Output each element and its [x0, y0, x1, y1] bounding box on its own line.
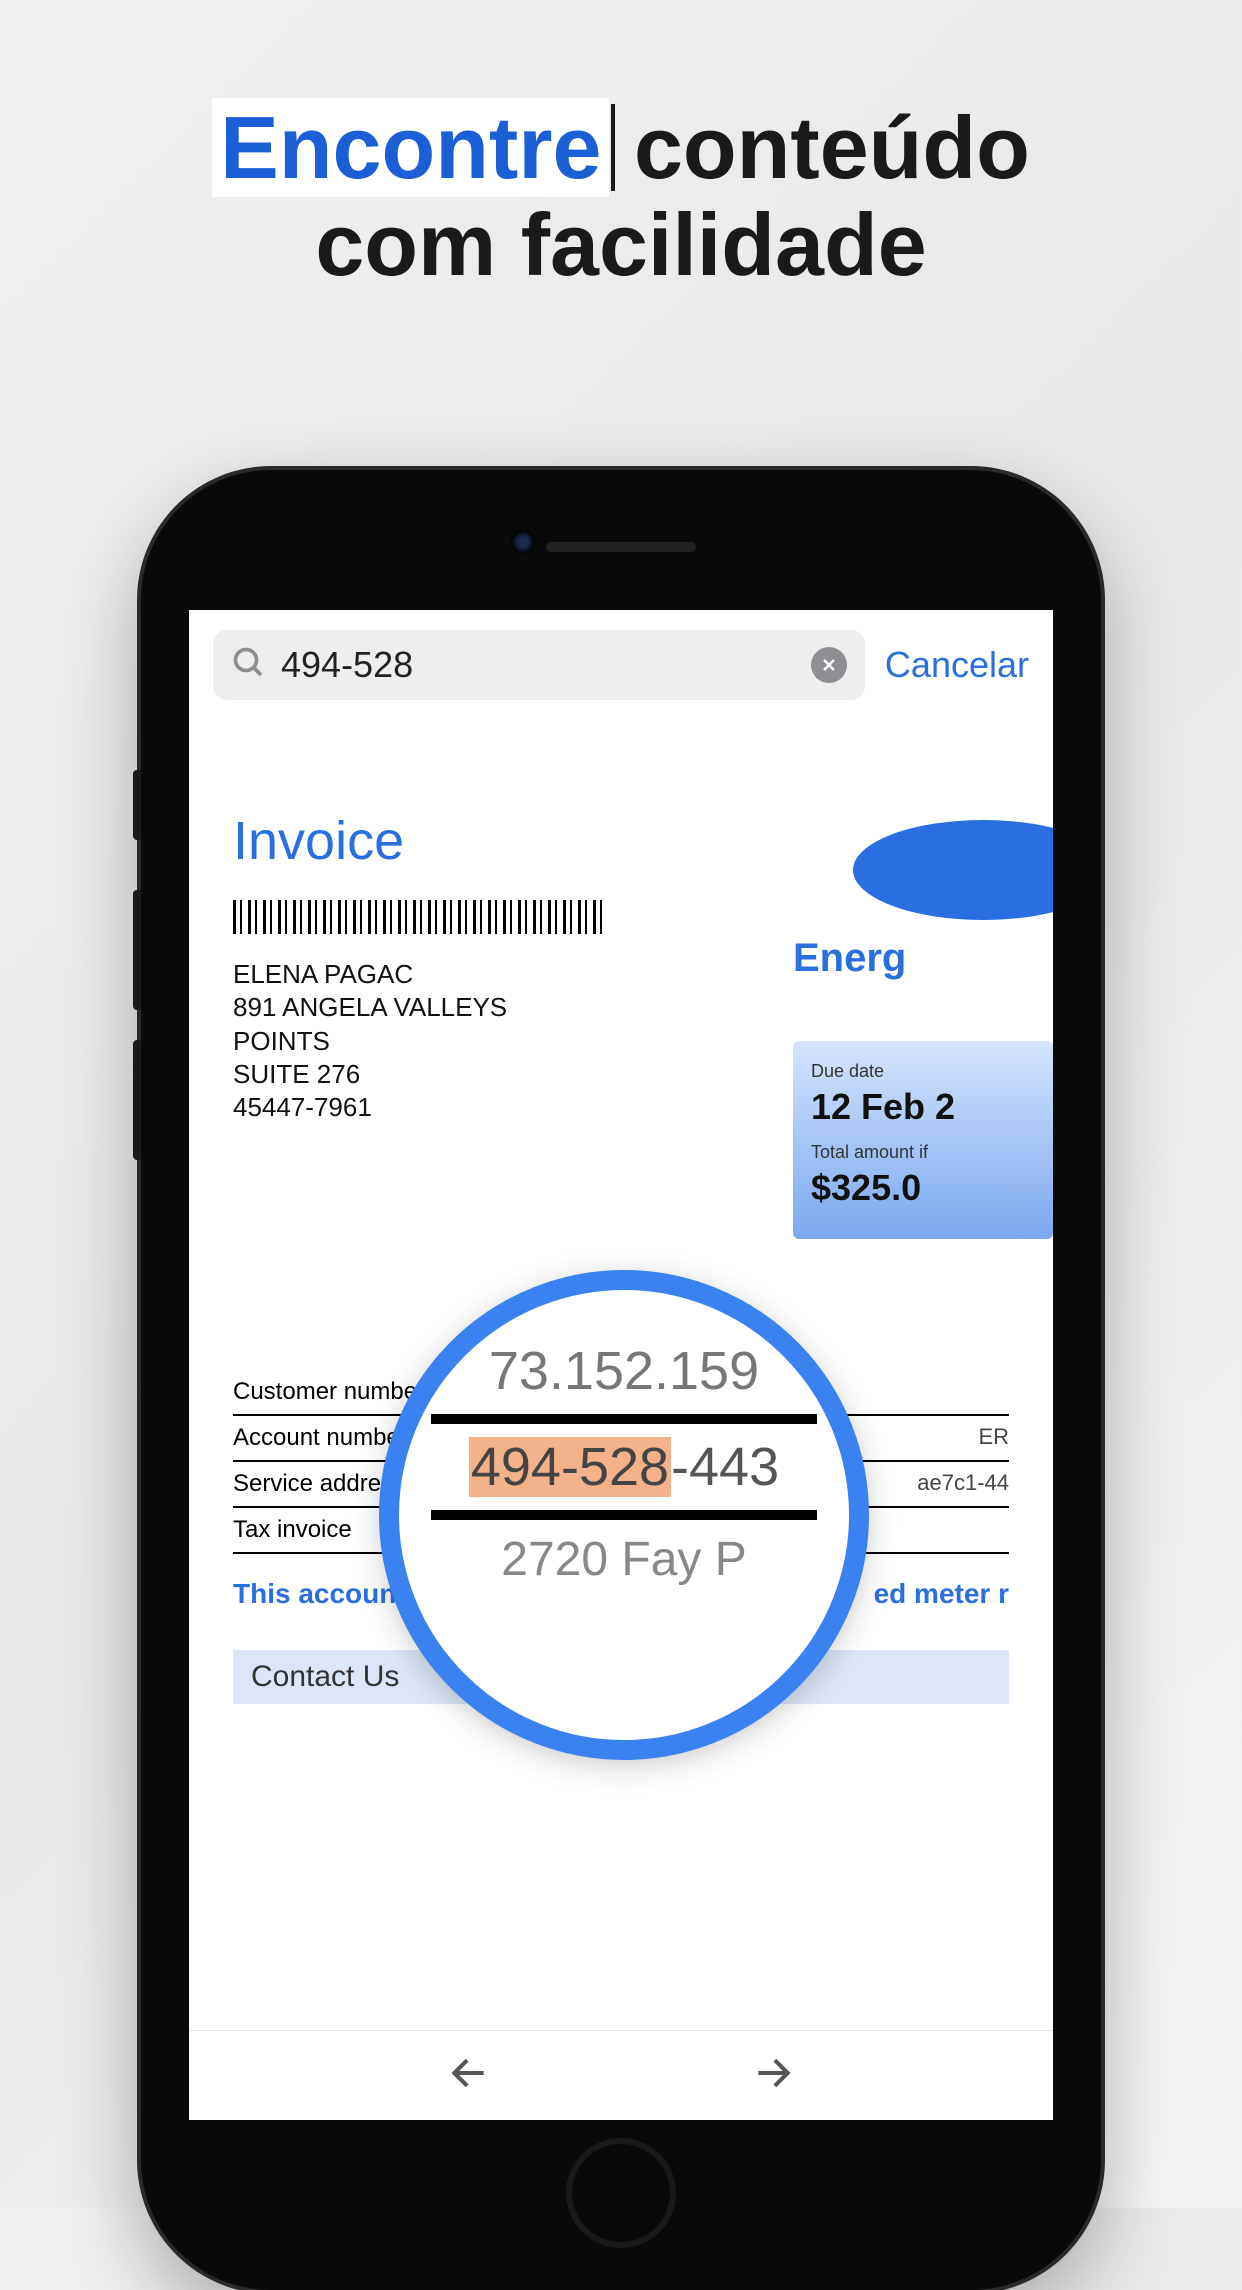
document-preview[interactable]: Invoice ELENA PAGAC 891 ANGELA VALLEYS P… [189, 730, 1053, 2030]
search-field[interactable]: 494-528 [213, 630, 865, 700]
total-label: Total amount if [811, 1142, 1035, 1163]
mute-switch [133, 770, 141, 840]
find-toolbar [189, 2030, 1053, 2120]
search-input-text: 494-528 [281, 644, 797, 686]
clear-search-button[interactable] [811, 647, 847, 683]
app-screen: 494-528 Cancelar Invoice ELENA PAGAC 891… [189, 610, 1053, 2120]
brand-name-partial: Energ [793, 936, 1053, 981]
next-result-button[interactable] [751, 2051, 795, 2100]
phone-frame: 494-528 Cancelar Invoice ELENA PAGAC 891… [141, 470, 1101, 2290]
cancel-button[interactable]: Cancelar [885, 644, 1029, 686]
volume-down-button [133, 1040, 141, 1160]
lens-top-value: 73.152.159 [419, 1340, 829, 1402]
barcode [233, 900, 603, 934]
search-icon [231, 645, 267, 686]
due-date-label: Due date [811, 1061, 1035, 1082]
lens-separator [431, 1510, 817, 1520]
marketing-headline: Encontre conteúdo com facilidade [0, 0, 1242, 294]
headline-line2: com facilidade [0, 197, 1242, 294]
magnifier-lens: 73.152.159 494-528-443 2720 Fay P [379, 1270, 869, 1760]
total-value: $325.0 [811, 1167, 1035, 1209]
info-panel: Energ Due date 12 Feb 2 Total amount if … [793, 820, 1053, 1239]
msg-right: ed meter r [874, 1578, 1009, 1610]
headline-highlight: Encontre [212, 98, 609, 197]
search-bar: 494-528 Cancelar [189, 610, 1053, 720]
due-date-value: 12 Feb 2 [811, 1086, 1035, 1128]
previous-result-button[interactable] [447, 2051, 491, 2100]
front-camera [511, 530, 535, 554]
lens-match-line: 494-528-443 [419, 1436, 829, 1498]
volume-up-button [133, 890, 141, 1010]
search-highlight: 494-528 [469, 1437, 671, 1497]
home-button[interactable] [566, 2138, 676, 2248]
headline-rest: conteúdo [634, 98, 1030, 197]
lens-separator [431, 1414, 817, 1424]
match-suffix: -443 [671, 1437, 779, 1497]
due-box: Due date 12 Feb 2 Total amount if $325.0 [793, 1041, 1053, 1239]
lens-bottom-value: 2720 Fay P [419, 1532, 829, 1587]
brand-logo [853, 820, 1053, 920]
